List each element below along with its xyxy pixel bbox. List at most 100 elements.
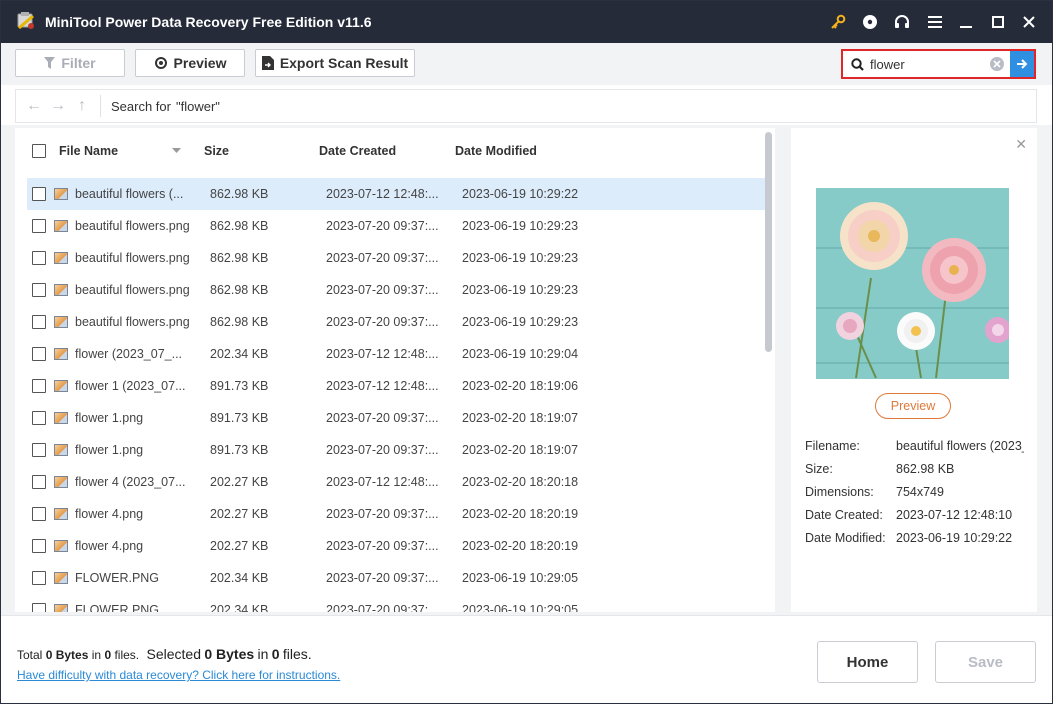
search-box <box>841 49 1036 79</box>
menu-icon[interactable] <box>924 11 946 33</box>
table-row[interactable]: flower 4 (2023_07... 202.27 KB 2023-07-12 … <box>27 466 765 498</box>
row-checkbox[interactable] <box>32 187 46 201</box>
row-checkbox[interactable] <box>32 219 46 233</box>
export-scan-result-button[interactable]: Export Scan Result <box>255 49 415 77</box>
selected-bytes: 0 Bytes <box>204 646 255 662</box>
row-checkbox[interactable] <box>32 475 46 489</box>
nav-divider <box>100 95 101 117</box>
column-date-modified[interactable]: Date Modified <box>455 144 585 158</box>
table-row[interactable]: beautiful flowers.png 862.98 KB 2023-07-20… <box>27 210 765 242</box>
row-checkbox[interactable] <box>32 251 46 265</box>
headset-icon[interactable] <box>891 11 913 33</box>
cell-date-created: 2023-07-20 09:37:... <box>326 219 439 233</box>
close-preview-icon[interactable]: ✕ <box>1015 136 1027 153</box>
row-checkbox[interactable] <box>32 315 46 329</box>
cell-date-modified: 2023-02-20 18:19:06 <box>462 379 579 393</box>
cell-size: 891.73 KB <box>210 443 269 457</box>
disc-icon[interactable] <box>859 11 881 33</box>
metadata-value: 862.98 KB <box>896 462 955 476</box>
row-checkbox[interactable] <box>32 539 46 553</box>
filter-button[interactable]: Filter <box>15 49 125 77</box>
row-checkbox[interactable] <box>32 603 46 612</box>
total-files: 0 <box>104 648 112 662</box>
row-checkbox[interactable] <box>32 507 46 521</box>
save-button[interactable]: Save <box>935 641 1036 683</box>
filter-icon <box>44 57 56 69</box>
row-checkbox[interactable] <box>32 347 46 361</box>
table-row[interactable]: beautiful flowers.png 862.98 KB 2023-07-20… <box>27 306 765 338</box>
cell-file-name: beautiful flowers.png <box>75 251 190 265</box>
clear-search-icon[interactable] <box>990 57 1004 71</box>
table-row[interactable]: beautiful flowers (... 862.98 KB 2023-07-1… <box>27 178 765 210</box>
row-checkbox[interactable] <box>32 379 46 393</box>
cell-date-modified: 2023-06-19 10:29:05 <box>462 571 579 585</box>
image-file-icon <box>54 284 68 296</box>
cell-date-modified: 2023-02-20 18:19:07 <box>462 411 579 425</box>
column-file-name[interactable]: File Name <box>59 144 172 158</box>
footer: Total 0 Bytes in 0 files. Selected 0 Byt… <box>1 615 1052 703</box>
search-term: "flower" <box>175 98 220 114</box>
image-file-icon <box>54 476 68 488</box>
eye-icon <box>154 57 167 69</box>
column-size[interactable]: Size <box>204 144 319 158</box>
table-row[interactable]: beautiful flowers.png 862.98 KB 2023-07-20… <box>27 274 765 306</box>
total-prefix: Total <box>17 648 43 662</box>
selection-summary: Total 0 Bytes in 0 files. Selected 0 Byt… <box>17 646 312 662</box>
row-checkbox[interactable] <box>32 443 46 457</box>
cell-date-created: 2023-07-20 09:37:... <box>326 251 439 265</box>
metadata-label: Filename: <box>805 439 860 453</box>
cell-date-created: 2023-07-20 09:37:... <box>326 571 439 585</box>
close-icon[interactable] <box>1018 11 1040 33</box>
image-file-icon <box>54 348 68 360</box>
forward-arrow-icon[interactable]: → <box>46 97 70 115</box>
up-arrow-icon[interactable]: ↑ <box>70 97 94 115</box>
metadata-row: Size: 862.98 KB <box>805 462 1033 485</box>
key-icon[interactable] <box>827 11 849 33</box>
cell-date-modified: 2023-02-20 18:19:07 <box>462 443 579 457</box>
home-button[interactable]: Home <box>817 641 918 683</box>
cell-date-modified: 2023-06-19 10:29:05 <box>462 603 579 612</box>
cell-file-name: flower 4.png <box>75 507 144 521</box>
preview-button[interactable]: Preview <box>135 49 245 77</box>
cell-file-name: beautiful flowers.png <box>75 283 190 297</box>
cell-date-created: 2023-07-20 09:37:... <box>326 539 439 553</box>
file-rows: beautiful flowers (... 862.98 KB 2023-07-1… <box>27 178 765 612</box>
cell-date-created: 2023-07-20 09:37:... <box>326 315 439 329</box>
table-row[interactable]: flower 4.png 202.27 KB 2023-07-20 09:37:..… <box>27 530 765 562</box>
cell-size: 862.98 KB <box>210 251 269 265</box>
cell-date-modified: 2023-06-19 10:29:23 <box>462 219 579 233</box>
window-title: MiniTool Power Data Recovery Free Editio… <box>45 14 372 30</box>
cell-date-modified: 2023-06-19 10:29:23 <box>462 315 579 329</box>
sort-down-icon[interactable] <box>172 148 181 154</box>
help-link[interactable]: Have difficulty with data recovery? Clic… <box>17 668 340 682</box>
table-row[interactable]: flower 1.png 891.73 KB 2023-07-20 09:37:..… <box>27 402 765 434</box>
vertical-scrollbar[interactable] <box>765 132 772 352</box>
table-row[interactable]: FLOWER.PNG 202.34 KB 2023-07-20 09:37:... 2… <box>27 562 765 594</box>
table-row[interactable]: flower 1 (2023_07... 891.73 KB 2023-07-12 … <box>27 370 765 402</box>
table-row[interactable]: flower (2023_07_... 202.34 KB 2023-07-12 1… <box>27 338 765 370</box>
cell-file-name: beautiful flowers (... <box>75 187 184 201</box>
row-checkbox[interactable] <box>32 283 46 297</box>
table-row[interactable]: flower 1.png 891.73 KB 2023-07-20 09:37:..… <box>27 434 765 466</box>
preview-label: Preview <box>173 55 227 71</box>
row-checkbox[interactable] <box>32 411 46 425</box>
table-row[interactable]: FLOWER.PNG 202.34 KB 2023-07-20 09:37:... 2… <box>27 594 765 612</box>
column-date-created[interactable]: Date Created <box>319 144 455 158</box>
search-input[interactable] <box>870 52 990 76</box>
table-row[interactable]: beautiful flowers.png 862.98 KB 2023-07-20… <box>27 242 765 274</box>
minimize-icon[interactable] <box>955 11 977 33</box>
cell-size: 862.98 KB <box>210 219 269 233</box>
back-arrow-icon[interactable]: ← <box>22 97 46 115</box>
cell-file-name: flower (2023_07_... <box>75 347 183 361</box>
cell-file-name: flower 1.png <box>75 411 144 425</box>
cell-date-created: 2023-07-12 12:48:... <box>326 187 439 201</box>
total-bytes: 0 Bytes <box>45 648 89 662</box>
select-all-checkbox[interactable] <box>32 144 46 158</box>
search-go-button[interactable] <box>1010 51 1034 77</box>
preview-file-button[interactable]: Preview <box>875 393 951 419</box>
cell-file-name: FLOWER.PNG <box>75 603 160 612</box>
row-checkbox[interactable] <box>32 571 46 585</box>
table-row[interactable]: flower 4.png 202.27 KB 2023-07-20 09:37:..… <box>27 498 765 530</box>
maximize-icon[interactable] <box>987 11 1009 33</box>
image-file-icon <box>54 604 68 612</box>
